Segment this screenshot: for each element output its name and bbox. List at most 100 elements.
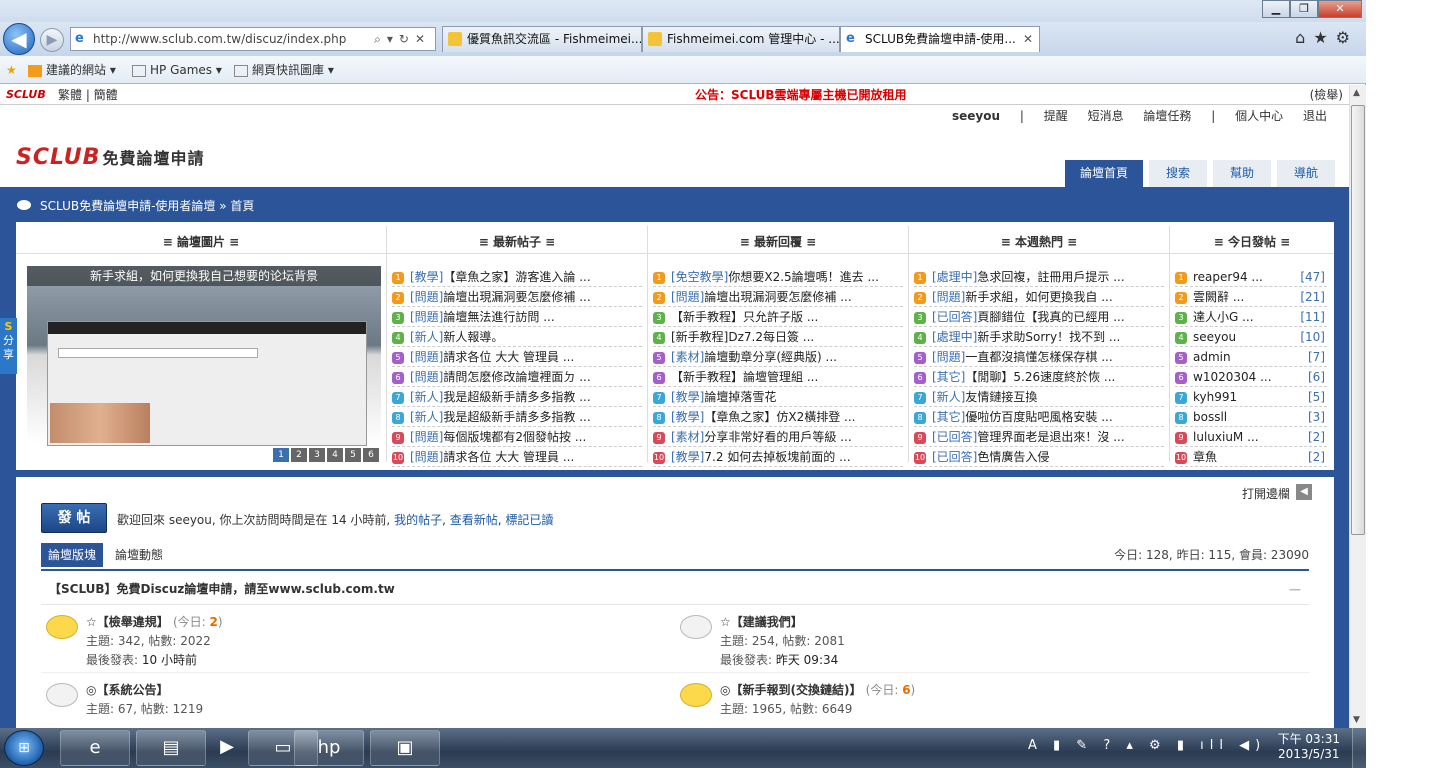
tab-navigation[interactable]: 導航 <box>1277 160 1335 187</box>
site-logo[interactable]: SCLUB 免費論壇申請 <box>16 145 204 170</box>
thread-title[interactable]: 請求各位 大大 管理員 ... <box>443 350 574 364</box>
thread-category[interactable]: [問題] <box>410 310 443 324</box>
poster-row[interactable]: 1 reaper94 ... [47] <box>1175 267 1327 287</box>
slide-page[interactable]: 2 <box>291 448 307 462</box>
poster-row[interactable]: 7 kyh991 [5] <box>1175 387 1327 407</box>
user-link-logout[interactable]: 退出 <box>1303 109 1327 123</box>
thread-title[interactable]: 管理界面老是退出來！沒 ... <box>977 430 1124 444</box>
user-link-tasks[interactable]: 論壇任務 <box>1143 109 1191 123</box>
user-link-reminders[interactable]: 提醒 <box>1044 109 1068 123</box>
thread-row[interactable]: 6 【新手教程】論壇管理組 ... <box>653 367 903 387</box>
thread-title[interactable]: 論壇無法進行訪問 ... <box>443 310 554 324</box>
thread-row[interactable]: 4 [新人]新人報導。 <box>392 327 642 347</box>
thread-category[interactable]: [教學] <box>671 390 704 404</box>
thread-category[interactable]: [處理中] <box>932 330 977 344</box>
slide-page[interactable]: 6 <box>363 448 379 462</box>
thread-row[interactable]: 8 [教學]【章魚之家】仿X2橫排登 ... <box>653 407 903 427</box>
poster-row[interactable]: 5 admin [7] <box>1175 347 1327 367</box>
start-button[interactable]: ⊞ <box>4 730 44 766</box>
section-title[interactable]: 【SCLUB】免費Discuz論壇申請，請至www.sclub.com.tw — <box>41 573 1309 605</box>
thread-row[interactable]: 2 [問題]論壇出現漏洞要怎麼修補 ... <box>392 287 642 307</box>
forward-button[interactable]: ▶ <box>40 28 64 52</box>
thread-category[interactable]: [免空教學] <box>671 270 728 284</box>
thread-title[interactable]: 新人報導。 <box>443 330 503 344</box>
thread-category[interactable]: [教學] <box>671 410 704 424</box>
poster-row[interactable]: 4 seeyou [10] <box>1175 327 1327 347</box>
thread-row[interactable]: 9 [問題]每個版塊都有2個發帖按 ... <box>392 427 642 447</box>
thread-category[interactable]: [其它] <box>932 410 965 424</box>
poster-row[interactable]: 3 達人小G ... [11] <box>1175 307 1327 327</box>
thread-title[interactable]: 新手求組，如何更換我自 ... <box>965 290 1112 304</box>
my-posts-link[interactable]: 我的帖子 <box>394 513 442 527</box>
thread-title[interactable]: 【章魚之家】仿X2橫排登 ... <box>704 410 855 424</box>
thread-category[interactable]: [問題] <box>410 430 443 444</box>
poster-name[interactable]: reaper94 ... <box>1193 270 1263 284</box>
user-link-profile[interactable]: 個人中心 <box>1235 109 1283 123</box>
minimize-button[interactable]: ▁ <box>1262 0 1290 18</box>
thread-row[interactable]: 7 [新人]我是超級新手請多多指教 ... <box>392 387 642 407</box>
thread-title[interactable]: 【新手教程】論壇管理組 ... <box>671 370 818 384</box>
thread-title[interactable]: 色情廣告入侵 <box>977 450 1049 464</box>
thread-title[interactable]: [新手教程]Dz7.2每日簽 ... <box>671 330 814 344</box>
page-scrollbar[interactable]: ▲ ▼ <box>1349 85 1366 728</box>
thread-category[interactable]: [教學] <box>671 450 704 464</box>
taskbar-hp-icon[interactable]: hp <box>294 730 364 766</box>
collapse-icon[interactable]: — <box>1289 573 1301 605</box>
thread-title[interactable]: 請求各位 大大 管理員 ... <box>443 450 574 464</box>
thread-title[interactable]: 我是超級新手請多多指教 ... <box>443 390 590 404</box>
site-notice[interactable]: 公告：SCLUB雲端專屬主機已開放租用 <box>695 85 907 105</box>
thread-category[interactable]: [新人] <box>410 330 443 344</box>
view-new-posts-link[interactable]: 查看新帖 <box>450 513 498 527</box>
slide-page[interactable]: 3 <box>309 448 325 462</box>
tab-sclub-active[interactable]: e SCLUB免費論壇申請-使用... ✕ <box>840 26 1040 52</box>
thread-title[interactable]: 論壇掉落雪花 <box>704 390 776 404</box>
maximize-button[interactable]: ❐ <box>1290 0 1318 18</box>
thread-row[interactable]: 1 [教學]【章魚之家】游客進入論 ... <box>392 267 642 287</box>
thread-row[interactable]: 3 [問題]論壇無法進行訪問 ... <box>392 307 642 327</box>
fav-hp-games[interactable]: HP Games ▾ <box>132 56 222 84</box>
poster-name[interactable]: seeyou <box>1193 330 1236 344</box>
forum-picture-slideshow[interactable]: 新手求組，如何更換我自己想要的论坛背景 1 2 3 4 5 6 <box>27 266 381 464</box>
show-desktop-button[interactable] <box>1352 728 1366 768</box>
scroll-down-icon[interactable]: ▼ <box>1353 715 1360 725</box>
username-link[interactable]: seeyou <box>952 109 1000 123</box>
thread-category[interactable]: [素材] <box>671 350 704 364</box>
thread-title[interactable]: 每個版塊都有2個發帖按 ... <box>443 430 586 444</box>
fav-suggested-sites[interactable]: 建議的網站 ▾ <box>28 56 116 84</box>
poster-row[interactable]: 8 bossll [3] <box>1175 407 1327 427</box>
thread-category[interactable]: [已回答] <box>932 430 977 444</box>
thread-title[interactable]: 論壇出現漏洞要怎麼修補 ... <box>704 290 851 304</box>
small-logo[interactable]: SCLUB <box>6 85 46 105</box>
thread-title[interactable]: 論壇動章分享(經典版) ... <box>704 350 837 364</box>
thread-category[interactable]: [已回答] <box>932 310 977 324</box>
slideshow-caption[interactable]: 新手求組，如何更換我自己想要的论坛背景 <box>27 266 381 286</box>
open-sidebar-link[interactable]: 打開邊欄 ◀ <box>1242 484 1312 502</box>
thread-row[interactable]: 5 [素材]論壇動章分享(經典版) ... <box>653 347 903 367</box>
thread-title[interactable]: 【新手教程】只允許子版 ... <box>671 310 818 324</box>
system-clock[interactable]: 下午 03:31 2013/5/31 <box>1278 732 1340 762</box>
thread-title[interactable]: 7.2 如何去掉板塊前面的 ... <box>704 450 850 464</box>
back-button[interactable]: ◀ <box>3 23 35 55</box>
thread-row[interactable]: 2 [問題]論壇出現漏洞要怎麼修補 ... <box>653 287 903 307</box>
thread-row[interactable]: 2 [問題]新手求組，如何更換我自 ... <box>914 287 1164 307</box>
thread-title[interactable]: 分享非常好看的用戶等級 ... <box>704 430 851 444</box>
scrollbar-thumb[interactable] <box>1351 105 1365 535</box>
thread-title[interactable]: 新手求助Sorry！找不到 ... <box>977 330 1120 344</box>
address-text[interactable]: http://www.sclub.com.tw/discuz/index.php <box>93 32 346 46</box>
thread-row[interactable]: 4 [新手教程]Dz7.2每日簽 ... <box>653 327 903 347</box>
thread-row[interactable]: 10 [已回答]色情廣告入侵 <box>914 447 1164 467</box>
thread-row[interactable]: 8 [新人]我是超級新手請多多指教 ... <box>392 407 642 427</box>
thread-category[interactable]: [新人] <box>410 410 443 424</box>
thread-category[interactable]: [新人] <box>410 390 443 404</box>
address-controls[interactable]: ⌕▾↻✕ <box>374 28 431 50</box>
thread-title[interactable]: 優啦仿百度貼吧風格安裝 ... <box>965 410 1112 424</box>
thread-title[interactable]: 你想要X2.5論壇嗎！進去 ... <box>728 270 879 284</box>
scroll-up-icon[interactable]: ▲ <box>1353 88 1360 98</box>
tab-forum-activity[interactable]: 論壇動態 <box>115 543 163 567</box>
poster-name[interactable]: kyh991 <box>1193 390 1237 404</box>
forum-title[interactable]: ◎【系統公告】 <box>86 683 168 697</box>
thread-row[interactable]: 1 [免空教學]你想要X2.5論壇嗎！進去 ... <box>653 267 903 287</box>
poster-name[interactable]: 達人小G ... <box>1193 310 1254 324</box>
close-window-button[interactable]: ✕ <box>1318 0 1362 18</box>
slide-page[interactable]: 4 <box>327 448 343 462</box>
